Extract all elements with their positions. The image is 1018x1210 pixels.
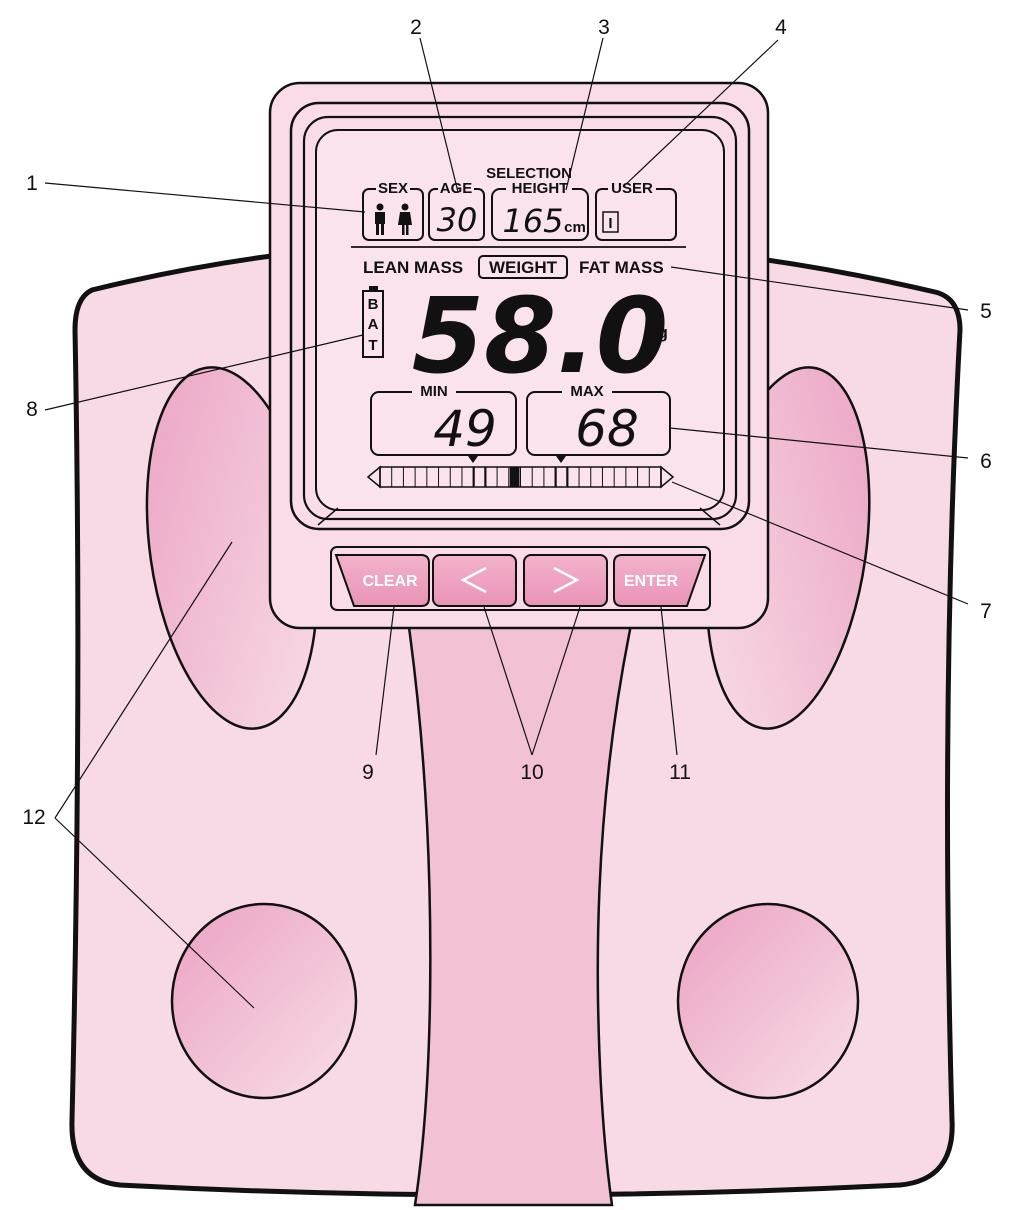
sex-label: SEX [378, 180, 408, 197]
min-value: 49 [433, 400, 497, 458]
max-value: 68 [575, 400, 639, 458]
left-arrow-button[interactable] [432, 554, 517, 607]
callout-12: 12 [22, 806, 45, 829]
right-arrow-button[interactable] [523, 554, 608, 607]
callout-2: 2 [410, 16, 422, 39]
callout-3: 3 [598, 16, 610, 39]
callout-7: 7 [980, 600, 992, 623]
main-weight-unit: kg [648, 323, 668, 342]
callout-9: 9 [362, 761, 374, 784]
right-lower-electrode [676, 902, 860, 1100]
left-lower-electrode [170, 902, 358, 1100]
height-label: HEIGHT [512, 180, 569, 197]
min-label: MIN [420, 383, 448, 400]
callout-1: 1 [26, 172, 38, 195]
battery-letter-t: T [368, 337, 377, 354]
callout-10: 10 [520, 761, 543, 784]
main-weight-value: 58.0 [412, 275, 669, 397]
body-fat-scale-diagram: SELECTION SEX AGE 30 HEIGHT 165 cm USER … [22, 16, 992, 1207]
user-label: USER [611, 180, 653, 197]
height-unit: cm [564, 219, 586, 236]
age-value: 30 [437, 201, 478, 239]
height-value: 165 [502, 202, 563, 240]
center-strip [406, 618, 634, 1207]
callout-8: 8 [26, 398, 38, 421]
battery-letter-b: B [368, 296, 379, 313]
range-bar-current-cell [509, 467, 520, 487]
max-label: MAX [570, 383, 603, 400]
callout-5: 5 [980, 300, 992, 323]
enter-button-label: ENTER [624, 573, 679, 590]
user-value: I [608, 215, 612, 232]
clear-button-label: CLEAR [362, 573, 418, 590]
callout-11: 11 [669, 761, 691, 784]
battery-letter-a: A [368, 316, 379, 333]
callout-4: 4 [775, 16, 787, 39]
callout-6: 6 [980, 450, 992, 473]
